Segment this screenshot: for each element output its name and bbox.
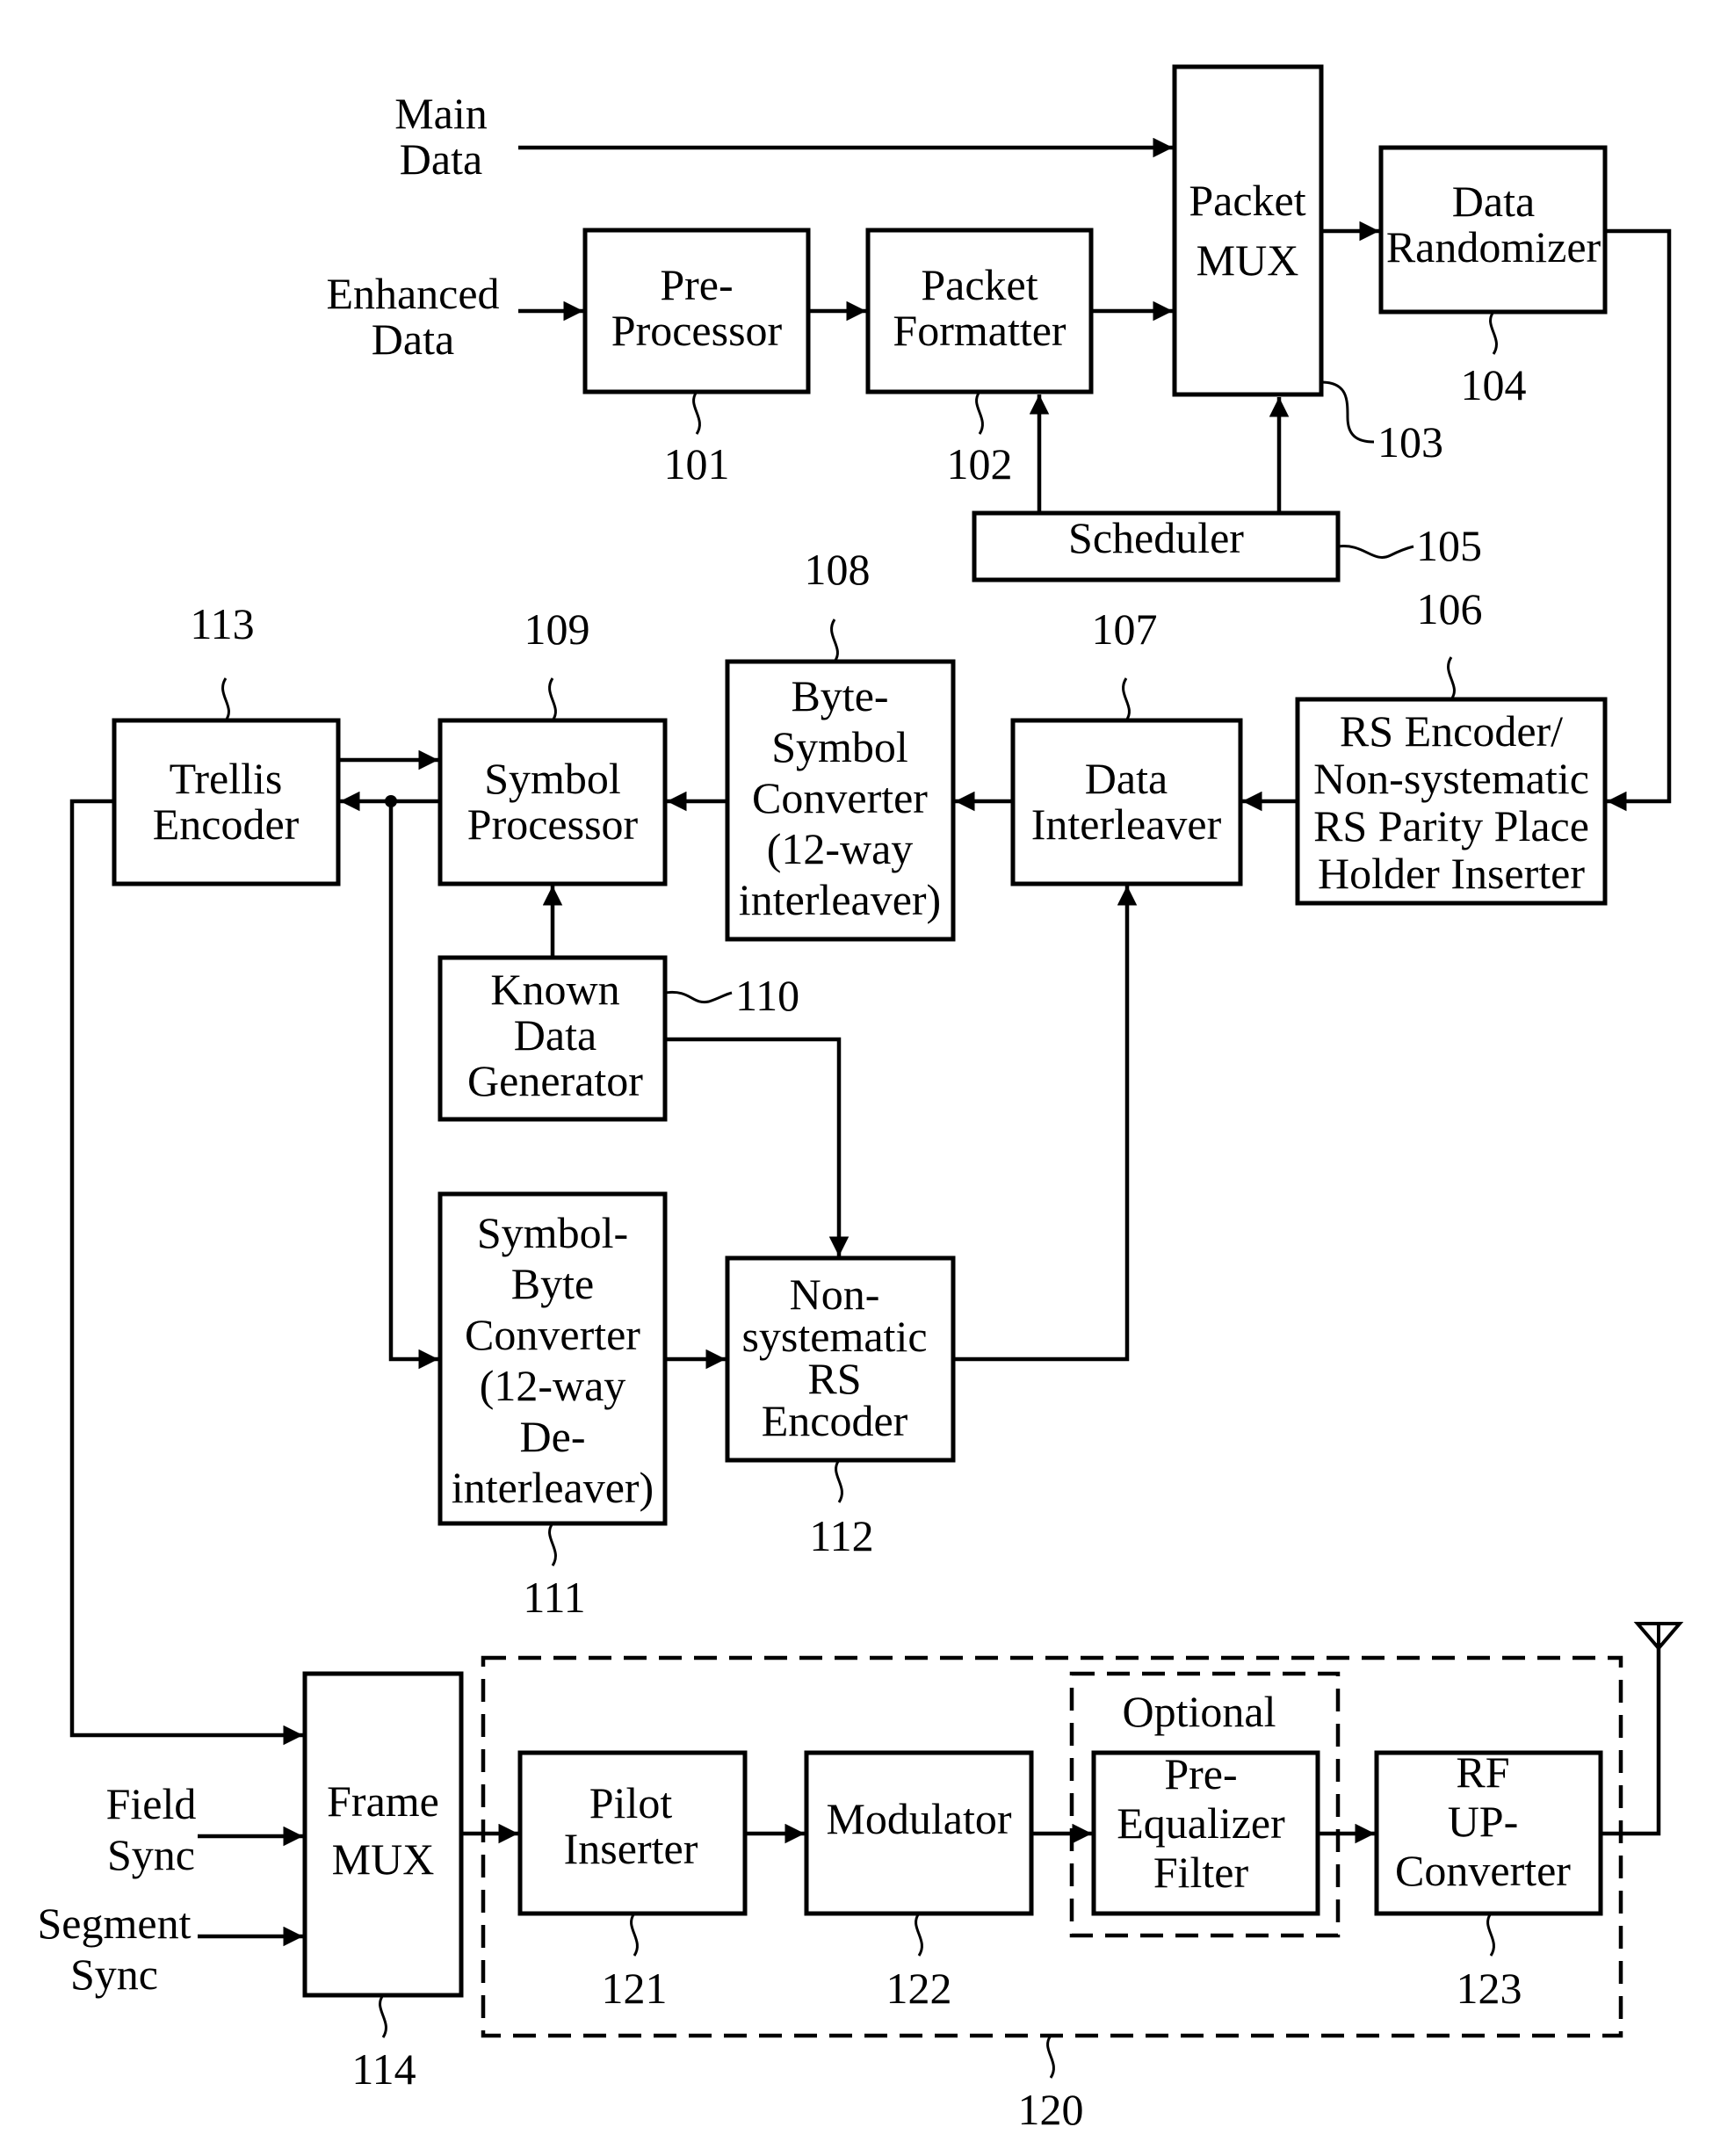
packet-formatter-reference-number: 102 — [947, 439, 1013, 488]
byte-symbol-converter-label-line: Byte- — [791, 671, 888, 720]
optional-group-label: Optional — [1123, 1687, 1276, 1736]
byte-symbol-converter-reference-number: 108 — [805, 545, 871, 594]
rs-encoder-label-line: RS Encoder/ — [1340, 706, 1563, 756]
known-data-generator-label-line: Generator — [467, 1056, 643, 1105]
known-data-generator-reference-number: 110 — [735, 971, 799, 1020]
byte-symbol-converter-label-line: Converter — [752, 773, 928, 822]
packet-mux-label-line: Packet — [1189, 176, 1305, 225]
rf-up-converter-label-line: RF — [1456, 1747, 1509, 1797]
transmitter-block-diagram: MainDataEnhancedDataFieldSyncSegmentSync… — [38, 64, 1684, 2134]
packet-formatter-label-line: Formatter — [893, 306, 1066, 355]
symbol-processor-label-line: Symbol — [484, 754, 621, 803]
pre-processor-reference-number: 101 — [664, 439, 730, 488]
enhanced-data-input-label-line: Enhanced — [326, 269, 499, 318]
data-randomizer-label-line: Randomizer — [1386, 222, 1601, 271]
pre-processor-label-line: Processor — [611, 306, 783, 355]
pre-equalizer-filter-label-line: Pre- — [1164, 1749, 1237, 1798]
symbol-processor-label-line: Processor — [467, 799, 639, 849]
trellis-encoder-label-line: Trellis — [170, 754, 283, 803]
antenna-icon — [1633, 1622, 1684, 1652]
symbol-processor-reference-number: 109 — [524, 604, 590, 654]
trellis-encoder-reference-number: 113 — [190, 599, 254, 648]
main-data-input-label-line: Main — [394, 89, 488, 138]
packet-mux-block — [1172, 64, 1324, 397]
arrow-data-randomizer-to-rs-encoder — [1605, 228, 1672, 812]
scheduler-label-line: Scheduler — [1068, 513, 1244, 562]
pre-processor-label-line: Pre- — [660, 260, 733, 309]
packet-formatter-label-line: Packet — [921, 260, 1038, 309]
frame-mux-label-line: MUX — [332, 1834, 435, 1884]
data-randomizer-label-line: Data — [1452, 177, 1535, 226]
data-interleaver-label-line: Data — [1085, 754, 1168, 803]
modulator-reference-number: 122 — [886, 1964, 952, 2013]
byte-symbol-converter-label-line: interleaver) — [739, 875, 941, 924]
known-data-generator-label-line: Data — [514, 1010, 596, 1060]
field-sync-input-label-line: Field — [106, 1779, 197, 1828]
enhanced-data-input-label-line: Data — [372, 315, 454, 364]
symbol-byte-converter-label-line: Symbol- — [477, 1208, 628, 1257]
symbol-byte-converter-reference-number: 111 — [523, 1573, 585, 1622]
byte-symbol-converter-label-line: Symbol — [771, 722, 908, 771]
symbol-byte-converter-label-line: interleaver) — [452, 1463, 654, 1512]
pre-equalizer-filter-label-line: Equalizer — [1117, 1798, 1285, 1848]
segment-sync-input-label-line: Sync — [70, 1950, 158, 1999]
transmitter-group-reference-number: 120 — [1018, 2085, 1084, 2134]
line-rf-up-to-antenna — [1601, 1643, 1661, 1836]
segment-sync-input-label-line: Segment — [38, 1899, 192, 1948]
pilot-inserter-reference-number: 121 — [602, 1964, 668, 2013]
pilot-inserter-label-line: Inserter — [564, 1824, 698, 1873]
frame-mux-label-line: Frame — [327, 1776, 439, 1826]
rs-encoder-reference-number: 106 — [1417, 584, 1483, 633]
rs-encoder-label-line: Non-systematic — [1313, 754, 1589, 803]
nonsystematic-rs-encoder-label-line: Encoder — [762, 1396, 908, 1445]
byte-symbol-converter-label-line: (12-way — [767, 824, 914, 873]
main-data-input-label-line: Data — [400, 134, 482, 184]
rf-up-converter-label-line: UP- — [1448, 1797, 1519, 1846]
trellis-encoder-label-line: Encoder — [153, 799, 300, 849]
frame-mux-reference-number: 114 — [351, 2044, 416, 2094]
symbol-byte-converter-label-line: Byte — [511, 1259, 594, 1308]
modulator-label-line: Modulator — [826, 1794, 1011, 1843]
symbol-byte-converter-label-line: (12-way — [480, 1361, 626, 1410]
rf-up-converter-label-line: Converter — [1395, 1846, 1571, 1895]
connections — [69, 137, 1672, 1947]
arrow-known-data-to-nonsys-rs — [665, 1037, 850, 1256]
field-sync-input-label-line: Sync — [107, 1830, 195, 1879]
data-interleaver-label-line: Interleaver — [1031, 799, 1222, 849]
nonsystematic-rs-encoder-reference-number: 112 — [809, 1511, 873, 1560]
symbol-byte-converter-label-line: Converter — [465, 1310, 640, 1359]
rs-encoder-label-line: RS Parity Place — [1313, 801, 1589, 850]
arrow-junction-to-symbol-byte — [388, 801, 438, 1370]
rf-up-converter-reference-number: 123 — [1457, 1964, 1522, 2013]
arrow-trellis-to-frame-mux — [69, 799, 303, 1746]
data-randomizer-reference-number: 104 — [1461, 360, 1527, 409]
pilot-inserter-label-line: Pilot — [589, 1778, 673, 1827]
packet-mux-label-line: MUX — [1197, 235, 1299, 285]
scheduler-reference-number: 105 — [1416, 521, 1482, 570]
known-data-generator-label-line: Known — [490, 965, 619, 1014]
pre-equalizer-filter-label-line: Filter — [1153, 1848, 1249, 1897]
arrow-nonsys-rs-to-data-interleaver — [953, 886, 1138, 1362]
packet-mux-reference-number: 103 — [1377, 417, 1443, 467]
data-interleaver-reference-number: 107 — [1092, 604, 1158, 654]
symbol-byte-converter-label-line: De- — [520, 1412, 586, 1461]
rs-encoder-label-line: Holder Inserter — [1318, 849, 1585, 898]
